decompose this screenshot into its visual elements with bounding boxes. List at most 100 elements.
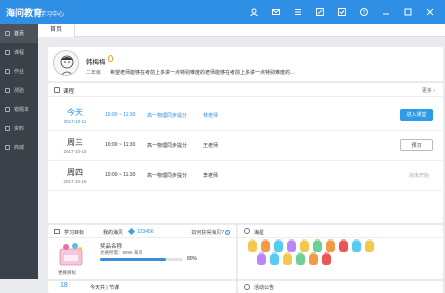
course-header: 课程 更多 › (48, 83, 443, 97)
course-subject[interactable]: 高一物理同步提分 (147, 142, 187, 149)
starfish-header: 海星 (238, 225, 443, 238)
check-icon[interactable] (331, 5, 353, 19)
sidebar-item-label: 商城 (14, 145, 25, 151)
calendar-icon (54, 87, 60, 93)
starfish-badge[interactable] (261, 239, 270, 252)
preview-button[interactable]: 预习 (400, 139, 433, 151)
course-more-link[interactable]: 更多 › (422, 87, 435, 94)
starfish-badge[interactable] (300, 239, 309, 252)
sidebar-item-label: 测验 (14, 88, 25, 94)
today-summary-card: 18 今天共 | 节课 (48, 281, 236, 293)
starfish-badge[interactable] (365, 239, 374, 252)
starfish-badge[interactable] (296, 252, 305, 265)
starfish-badge[interactable] (326, 239, 335, 252)
course-day: 周三 (67, 138, 83, 147)
sidebar-item-label: 首页 (14, 31, 25, 37)
announcement-card: 活动公告 (238, 281, 443, 293)
profile-card: 韩梅梅 二年级 希望老师能够在考前上多讲一点特别难度的老师能够在考前上多讲一点特… (48, 47, 443, 81)
progress-fill (100, 258, 167, 261)
sidebar: 首页课程作业测验错题本资料商城 (0, 24, 38, 279)
starfish-card: 海星 (238, 225, 443, 279)
course-time: 10:00 ~ 11:30 (105, 112, 136, 118)
starfish-badge[interactable] (313, 239, 322, 252)
sea-label: 我的海贝 (103, 230, 124, 236)
announcement-title: 活动公告 (254, 285, 275, 291)
starfish-badge[interactable] (274, 239, 283, 252)
prize-name: 奖品名称 (100, 244, 123, 250)
sidebar-item-5[interactable]: 资料 (0, 119, 38, 138)
sidebar-item-1[interactable]: 课程 (0, 43, 38, 62)
sidebar-item-icon (5, 126, 10, 131)
course-teacher: 林老师 (203, 113, 219, 119)
starfish-badge[interactable] (352, 239, 361, 252)
change-goal-link[interactable]: 更换目标 (58, 270, 76, 276)
today-summary: 今天共 | 节课 (90, 285, 120, 291)
app-logo: 海问教育 (6, 9, 43, 19)
course-time: 10:00 ~ 11:30 (105, 172, 136, 178)
goal-title: 学习目标 (64, 230, 85, 236)
student-grade: 二年级 (86, 70, 102, 76)
starfish-badge[interactable] (257, 252, 266, 265)
sidebar-item-icon (5, 88, 10, 93)
sidebar-item-0[interactable]: 首页 (0, 24, 38, 43)
course-teacher: 李老师 (203, 173, 219, 179)
course-title: 课程 (63, 89, 75, 95)
course-day: 今天 (67, 108, 83, 117)
sidebar-item-label: 课程 (14, 50, 25, 56)
sidebar-item-icon (5, 107, 10, 112)
prize-requirement: 兑换所需：9999 海贝 (100, 250, 143, 255)
student-name: 韩梅梅 (86, 59, 106, 66)
goal-card: 学习目标 我的海贝 123456 如何获得海贝?? 更换目标 奖品名称 兑换所需… (48, 225, 236, 279)
goal-icon (54, 229, 60, 234)
progress-percent: 80% (187, 256, 198, 262)
close-icon[interactable] (419, 5, 441, 19)
announcement-icon (244, 284, 250, 290)
sidebar-item-icon (5, 31, 10, 36)
prize-image[interactable] (58, 241, 86, 267)
course-subject[interactable]: 高一物理同步提分 (147, 172, 187, 179)
sidebar-item-2[interactable]: 作业 (0, 62, 38, 81)
list-icon[interactable] (287, 5, 309, 19)
course-row: 今天 2017-10-11 10:00 ~ 11:30 高一物理同步提分 林老师 进入课堂 (48, 101, 443, 131)
top-bar: 海问教育 学习中心 ? (0, 0, 445, 24)
enter-class-button[interactable]: 进入课堂 (400, 109, 433, 121)
tab-home[interactable]: 首页 (38, 24, 76, 37)
tabs-bar: 首页 (38, 24, 445, 37)
starfish-badge[interactable] (309, 252, 318, 265)
sidebar-item-4[interactable]: 错题本 (0, 100, 38, 119)
starfish-badge[interactable] (322, 252, 331, 265)
maximize-icon[interactable] (397, 5, 419, 19)
edit-icon[interactable] (309, 5, 331, 19)
sidebar-item-3[interactable]: 测验 (0, 81, 38, 100)
star-icon (244, 228, 250, 234)
progress-bar (100, 258, 183, 261)
how-to-earn-link[interactable]: 如何获得海贝?? (191, 229, 230, 236)
sidebar-item-label: 资料 (14, 126, 25, 132)
mail-icon[interactable] (265, 5, 287, 19)
user-icon[interactable] (243, 5, 265, 19)
gem-icon (127, 227, 136, 236)
help-icon[interactable]: ? (353, 5, 375, 19)
help-icon: ? (225, 230, 230, 235)
minimize-icon[interactable] (375, 5, 397, 19)
starfish-badge[interactable] (283, 252, 292, 265)
starfish-badge[interactable] (270, 252, 279, 265)
avatar[interactable] (53, 50, 79, 76)
course-date: 2017-10-11 (63, 119, 87, 124)
lightbulb-icon (108, 55, 113, 62)
starfish-collection (248, 239, 433, 267)
course-subject[interactable]: 高一物理同步提分 (147, 112, 187, 119)
sidebar-item-label: 错题本 (14, 107, 30, 113)
course-date: 2017-10-16 (63, 179, 87, 184)
sidebar-item-label: 作业 (14, 69, 25, 75)
starfish-badge[interactable] (287, 239, 296, 252)
sidebar-item-6[interactable]: 商城 (0, 138, 38, 157)
course-teacher: 王老师 (203, 143, 219, 149)
course-row: 周三 2017-10-15 10:00 ~ 11:30 高一物理同步提分 王老师 预习 (48, 131, 443, 161)
course-row: 周四 2017-10-16 10:00 ~ 11:30 高一物理同步提分 李老师 尚未开始 (48, 161, 443, 191)
course-card: 课程 更多 › 今天 2017-10-11 10:00 ~ 11:30 高一物理同步提… (48, 83, 443, 223)
starfish-badge[interactable] (248, 239, 257, 252)
starfish-badge[interactable] (339, 239, 348, 252)
sidebar-item-icon (5, 145, 10, 150)
student-message: 希望老师能够在考前上多讲一点特别难度的老师能够在考前上多讲一点特别难度的... (110, 70, 295, 76)
